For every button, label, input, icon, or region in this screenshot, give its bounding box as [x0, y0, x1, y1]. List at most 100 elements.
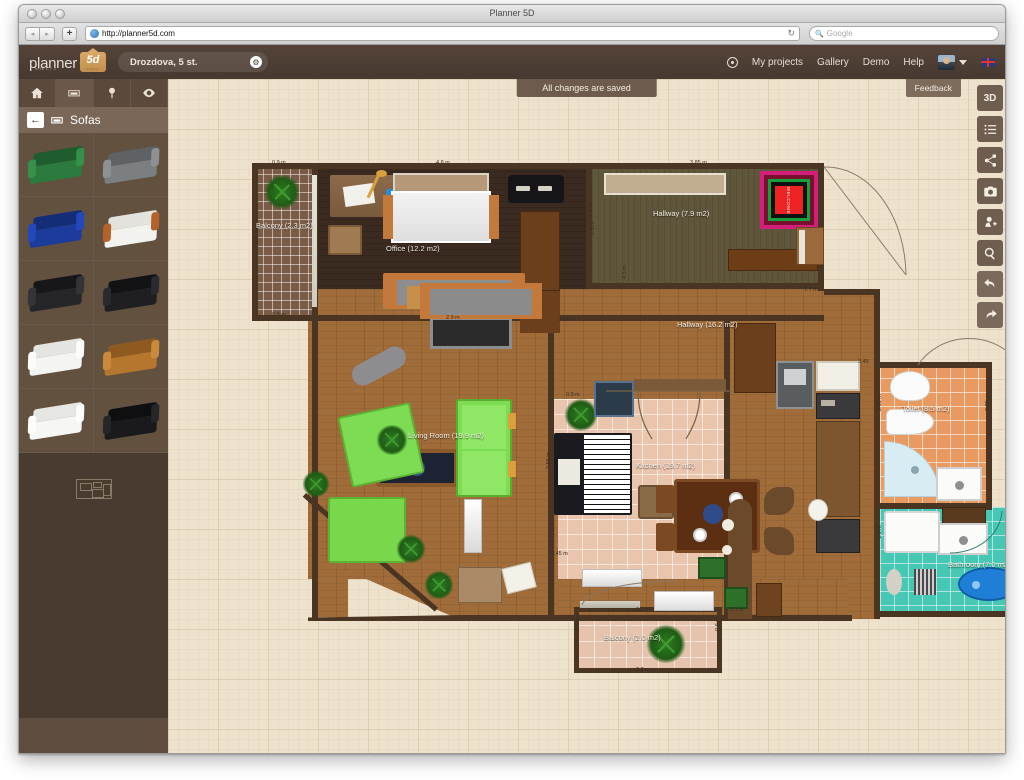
share-button[interactable] — [977, 147, 1003, 173]
office-chair[interactable] — [328, 225, 362, 255]
bathroom-towel-rail[interactable] — [914, 569, 936, 595]
redo-button[interactable] — [977, 302, 1003, 328]
sofa-icon — [102, 337, 160, 376]
sidebar-item-sofa-white-round[interactable] — [19, 389, 94, 453]
sidebar-tab-view[interactable] — [130, 79, 168, 107]
kitchen-toilet-adj[interactable] — [808, 499, 828, 521]
balcony-door[interactable] — [312, 175, 317, 307]
living-radiator[interactable] — [464, 499, 482, 553]
new-tab-button[interactable]: + — [62, 26, 77, 41]
feedback-button[interactable]: Feedback — [905, 79, 961, 97]
kitchen-fridge[interactable] — [776, 361, 814, 409]
dimension-dim-2-8: 2.8 m — [588, 203, 594, 217]
sidebar-item-sofa-green[interactable] — [19, 133, 94, 197]
zoom-button[interactable] — [977, 240, 1003, 266]
kitchen-sink[interactable] — [816, 361, 860, 391]
wall-east-main — [874, 289, 880, 619]
reload-icon[interactable]: ↻ — [787, 28, 795, 39]
sidebar-tab-furniture[interactable] — [56, 79, 94, 107]
balcony2-greens[interactable] — [724, 587, 748, 609]
sidebar-item-sofa-white-wood[interactable] — [93, 197, 168, 261]
sidebar-item-sofa-black-leather[interactable] — [93, 389, 168, 453]
app-header: planner beta 1.7.2 5d interior Drozdova,… — [19, 45, 1005, 79]
sidebar-item-sofa-white-corner[interactable] — [19, 325, 94, 389]
minimap[interactable] — [75, 479, 112, 499]
plant-balcony-top[interactable] — [264, 175, 300, 209]
nav-gallery[interactable]: Gallery — [817, 57, 849, 68]
office-tv-unit[interactable] — [508, 175, 564, 203]
living-sofa-green[interactable] — [456, 399, 516, 497]
toilet-wc[interactable] — [890, 371, 930, 401]
sidebar-item-sofa-black[interactable] — [19, 261, 94, 325]
undo-button[interactable] — [977, 271, 1003, 297]
kitchen-piano[interactable] — [554, 433, 632, 515]
kitchen-chair-2[interactable] — [656, 523, 674, 551]
dimension-dim-2-35-left: 2.35 m — [877, 394, 883, 411]
3d-view-button[interactable]: 3D — [977, 85, 1003, 111]
sidebar-tab-home[interactable] — [19, 79, 57, 107]
user-menu[interactable] — [938, 54, 967, 70]
list-button[interactable] — [977, 116, 1003, 142]
uk-flag-icon[interactable] — [981, 57, 995, 67]
kitchen-chair-1[interactable] — [656, 485, 674, 513]
chevron-down-icon[interactable] — [959, 59, 967, 65]
sidebar-item-sofa-grey-corner[interactable] — [93, 133, 168, 197]
plant-living-3[interactable] — [424, 571, 454, 599]
living-armchair-1[interactable] — [328, 497, 406, 563]
office-wardrobe[interactable] — [520, 211, 560, 291]
status-badge: All changes are saved — [516, 79, 657, 97]
plant-living-4[interactable] — [302, 471, 330, 497]
bathroom-tub-small[interactable] — [884, 511, 940, 553]
office-sofa-white[interactable] — [391, 191, 491, 243]
browser-toolbar: ◂ ▸ + http://planner5d.com ↻ 🔍 Google — [19, 23, 1005, 45]
sidebar-tab-decor[interactable] — [93, 79, 131, 107]
kitchen-cupboard-south[interactable] — [756, 583, 782, 617]
plant-kitchen-1[interactable] — [564, 399, 598, 431]
sofa-icon — [27, 401, 85, 440]
add-user-button[interactable] — [977, 209, 1003, 235]
wall-living-west — [312, 315, 318, 619]
sidebar-item-sofa-black-corner[interactable] — [93, 261, 168, 325]
address-bar[interactable]: http://planner5d.com ↻ — [85, 26, 800, 41]
project-name: Drozdova, 5 st. — [129, 56, 198, 68]
plant-balcony-bottom[interactable] — [646, 625, 686, 663]
living-side-table[interactable] — [458, 567, 502, 603]
floorplan-canvas[interactable]: All changes are saved Feedback 3D WELCOM… — [168, 79, 1005, 753]
gear-icon[interactable]: ⚙ — [249, 56, 262, 68]
living-tv[interactable] — [430, 317, 512, 349]
project-selector[interactable]: Drozdova, 5 st. ⚙ — [117, 52, 268, 72]
logo-wordmark: planner beta 1.7.2 — [29, 55, 77, 72]
settings-dot-icon[interactable] — [726, 56, 738, 68]
hallway-cabinet[interactable] — [796, 227, 824, 265]
browser-search-input[interactable]: 🔍 Google — [809, 26, 999, 41]
nav-help[interactable]: Help — [903, 57, 924, 68]
sidebar-item-sofa-brown-corner[interactable] — [93, 325, 168, 389]
back-arrow-icon[interactable]: ← — [27, 112, 44, 128]
back-button[interactable]: ◂ — [25, 26, 40, 41]
bathroom-accessory[interactable] — [886, 569, 902, 595]
plant-living-2[interactable] — [396, 535, 426, 563]
dimension-dim-2-2-top: 2.2 m — [636, 607, 650, 613]
toilet-bidet[interactable] — [886, 409, 934, 435]
kitchen-stove[interactable] — [816, 393, 860, 419]
tree-icon — [108, 87, 115, 99]
screenshot-root: Planner 5D ◂ ▸ + http://planner5d.com ↻ … — [0, 0, 1024, 780]
living-console-orange[interactable] — [420, 283, 542, 319]
welcome-mat[interactable]: WELCOME — [760, 171, 818, 229]
camera-button[interactable] — [977, 178, 1003, 204]
plant-living-1[interactable] — [376, 425, 408, 455]
app-logo[interactable]: planner beta 1.7.2 5d interior — [29, 48, 106, 72]
logo-sub-text: beta 1.7.2 — [35, 67, 57, 71]
kitchen-chair-4[interactable] — [764, 527, 794, 555]
kitchen-chair-3[interactable] — [764, 487, 794, 515]
header-nav: My projects Gallery Demo Help — [726, 54, 995, 70]
toilet-sink[interactable] — [936, 467, 982, 501]
corridor-wardrobe[interactable] — [734, 323, 776, 393]
kitchen-oven[interactable] — [816, 519, 860, 553]
nav-my-projects[interactable]: My projects — [752, 57, 803, 68]
nav-demo[interactable]: Demo — [863, 57, 890, 68]
forward-button[interactable]: ▸ — [40, 26, 55, 41]
sidebar-item-sofa-blue[interactable] — [19, 197, 94, 261]
hallway-console[interactable] — [604, 173, 726, 195]
kitchen-greens[interactable] — [698, 557, 726, 579]
